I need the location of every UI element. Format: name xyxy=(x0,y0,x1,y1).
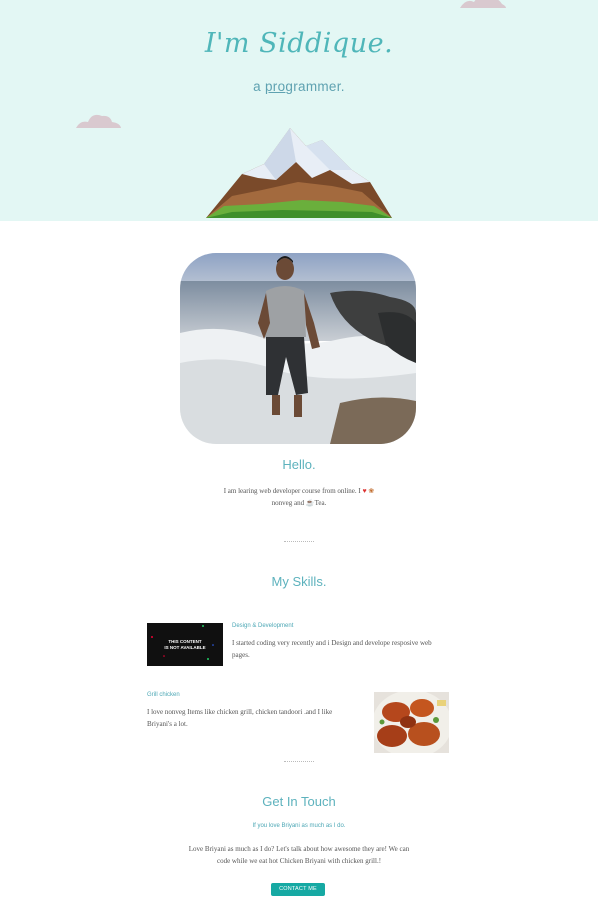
skill-design-title: Design & Development xyxy=(232,623,294,629)
skill-design-text-line2: pages. xyxy=(232,651,250,659)
skill-grill-text-line1: I love nonveg Items like chicken grill, … xyxy=(147,708,333,716)
contact-text-line1: Love Briyani as much as I do? Let's talk… xyxy=(188,845,410,853)
skill-grill-text-line2: Briyani's a lot. xyxy=(147,720,188,728)
divider xyxy=(284,761,314,764)
hero-subtitle-c: grammer. xyxy=(285,79,345,94)
skill-grill-image xyxy=(374,692,449,753)
skill-image-text-2: IS NOT AVAILABLE xyxy=(164,645,206,650)
hero-subtitle-underlined: pro xyxy=(265,79,286,94)
contact-me-button[interactable]: CONTACT ME xyxy=(271,883,325,896)
hero-banner: I'm Siddique. a programmer. xyxy=(0,0,598,221)
skill-image-text-1: THIS CONTENT xyxy=(168,639,202,644)
skills-heading: My Skills. xyxy=(271,574,327,589)
tea-cup-icon: ☕ xyxy=(305,499,315,507)
about-text-line1: I am learing web developer course from o… xyxy=(223,487,363,495)
divider xyxy=(284,541,314,544)
contact-text: Love Briyani as much as I do? Let's talk… xyxy=(150,843,448,867)
mountain-icon xyxy=(206,128,392,218)
about-text-line2-end: Tea. xyxy=(314,499,327,507)
hero-subtitle: a programmer. xyxy=(0,79,598,94)
hero-subtitle-a: a xyxy=(253,79,265,94)
contact-heading: Get In Touch xyxy=(262,794,336,809)
about-text: I am learing web developer course from o… xyxy=(150,485,448,509)
cloud-left-icon xyxy=(76,114,121,128)
contact-subheading: If you love Briyani as much as I do. xyxy=(252,823,346,829)
about-text-line2: nonveg and xyxy=(271,499,306,507)
skill-design-image: THIS CONTENT IS NOT AVAILABLE xyxy=(147,623,223,666)
cloud-top-icon xyxy=(460,0,506,8)
heart-icon: ♥ xyxy=(362,487,367,495)
about-heading: Hello. xyxy=(282,457,316,472)
contact-text-line2: code while we eat hot Chicken Briyani wi… xyxy=(216,857,382,865)
profile-photo xyxy=(180,253,416,444)
skill-design-text-line1: I started coding very recently and i Des… xyxy=(232,639,432,647)
skill-grill-title: Grill chicken xyxy=(147,692,180,698)
skill-grill-text: I love nonveg Items like chicken grill, … xyxy=(147,706,367,730)
drumstick-icon: ❀ xyxy=(368,487,375,495)
hero-title: I'm Siddique. xyxy=(204,28,394,59)
skill-design-text: I started coding very recently and i Des… xyxy=(232,637,452,661)
